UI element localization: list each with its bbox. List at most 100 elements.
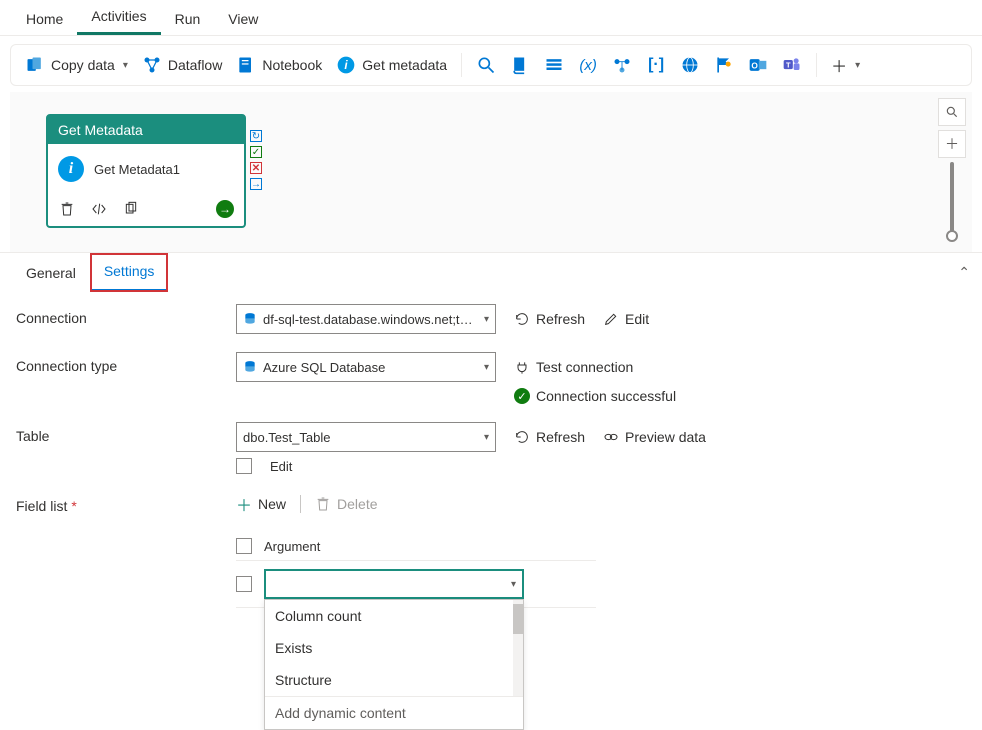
pencil-icon (603, 311, 619, 327)
database-icon (243, 312, 257, 326)
tool-add[interactable]: ＋▾ (831, 53, 860, 77)
select-all-checkbox[interactable] (236, 538, 252, 554)
tool-variable[interactable]: (x) (578, 55, 598, 75)
plus-icon: ＋ (236, 492, 252, 516)
notebook-icon (236, 55, 256, 75)
tool-flag[interactable] (714, 55, 734, 75)
script-icon (510, 55, 530, 75)
zoom-slider-knob[interactable] (946, 230, 958, 242)
argument-column-header: Argument (264, 539, 320, 554)
settings-form: Connection df-sql-test.database.windows.… (0, 292, 982, 638)
chevron-down-icon: ▾ (123, 60, 128, 71)
outlook-icon: O (748, 55, 768, 75)
edit-checkbox-label: Edit (270, 459, 292, 474)
tab-view[interactable]: View (214, 3, 272, 35)
database-icon (243, 360, 257, 374)
search-icon (476, 55, 496, 75)
prop-tab-settings[interactable]: Settings (90, 253, 169, 292)
label-table: Table (16, 422, 236, 444)
new-argument-button[interactable]: ＋ New (236, 492, 286, 516)
node-output-handles: ↻ ✓ ✕ → (250, 130, 262, 190)
activity-toolbar: Copy data ▾ Dataflow Notebook i Get meta… (10, 44, 972, 86)
copy-icon[interactable] (122, 200, 140, 218)
refresh-connection[interactable]: Refresh (514, 311, 585, 327)
handle-fail-icon[interactable]: ✕ (250, 162, 262, 174)
tab-activities[interactable]: Activities (77, 0, 160, 35)
handle-completion-icon[interactable]: → (250, 178, 262, 190)
prop-tab-general[interactable]: General (12, 255, 90, 291)
tool-list[interactable] (544, 55, 564, 75)
handle-success-icon[interactable]: ✓ (250, 146, 262, 158)
tool-dataflow[interactable]: Dataflow (142, 55, 222, 75)
run-icon[interactable]: → (216, 200, 234, 218)
handle-skip-icon[interactable]: ↻ (250, 130, 262, 142)
chevron-down-icon: ▾ (511, 579, 516, 590)
refresh-table[interactable]: Refresh (514, 429, 585, 445)
dropdown-option[interactable]: Column count (265, 600, 523, 632)
tool-pipeline[interactable] (612, 55, 632, 75)
dropdown-option[interactable]: Structure (265, 664, 523, 696)
check-circle-icon: ✓ (514, 388, 530, 404)
argument-row-checkbox[interactable] (236, 576, 252, 592)
argument-dropdown: Column count Exists Structure Add dynami… (264, 599, 524, 730)
code-icon[interactable] (90, 200, 108, 218)
toolbar-separator (461, 53, 462, 77)
canvas-search-icon[interactable] (938, 98, 966, 126)
canvas-zoom-controls: ＋ (938, 98, 966, 242)
collapse-panel-icon[interactable]: ⌃ (958, 264, 970, 281)
edit-table-checkbox[interactable] (236, 458, 252, 474)
tool-copy-data-label: Copy data (51, 57, 115, 73)
info-icon: i (336, 55, 356, 75)
toolbar-separator-2 (816, 53, 817, 77)
separator (300, 495, 301, 513)
globe-icon (680, 55, 700, 75)
label-connection: Connection (16, 304, 236, 326)
tool-script[interactable] (510, 55, 530, 75)
flag-icon (714, 55, 734, 75)
property-tabs: General Settings ⌃ (0, 252, 982, 292)
preview-data[interactable]: Preview data (603, 429, 706, 445)
list-icon (544, 55, 564, 75)
tab-home[interactable]: Home (12, 3, 77, 35)
test-connection[interactable]: Test connection (514, 359, 633, 375)
label-connection-type: Connection type (16, 352, 236, 374)
table-select[interactable]: dbo.Test_Table ▾ (236, 422, 496, 452)
scrollbar[interactable] (513, 600, 523, 696)
pipeline-canvas[interactable]: Get Metadata i Get Metadata1 → ↻ ✓ ✕ → ＋ (10, 92, 972, 252)
tab-run[interactable]: Run (161, 3, 215, 35)
connection-status: ✓ Connection successful (514, 388, 676, 404)
argument-select[interactable]: ▾ (264, 569, 524, 599)
delete-icon[interactable] (58, 200, 76, 218)
tool-bracket[interactable]: [·] (646, 55, 666, 75)
teams-icon: T (782, 55, 802, 75)
tool-teams[interactable]: T (782, 55, 802, 75)
edit-connection[interactable]: Edit (603, 311, 649, 327)
connection-type-select[interactable]: Azure SQL Database ▾ (236, 352, 496, 382)
add-dynamic-content[interactable]: Add dynamic content (265, 696, 523, 729)
argument-row: ▾ Column count Exists Structure Add dyna… (236, 561, 596, 608)
dropdown-option[interactable]: Exists (265, 632, 523, 664)
tool-notebook-label: Notebook (262, 57, 322, 73)
connection-value: df-sql-test.database.windows.net;tes… (263, 312, 478, 327)
activity-node-get-metadata[interactable]: Get Metadata i Get Metadata1 → (46, 114, 246, 228)
zoom-in-icon[interactable]: ＋ (938, 130, 966, 158)
trash-icon (315, 496, 331, 512)
tool-outlook[interactable]: O (748, 55, 768, 75)
bracket-icon: [·] (646, 55, 666, 75)
label-field-list: Field list* (16, 492, 236, 514)
tool-web[interactable] (680, 55, 700, 75)
table-value: dbo.Test_Table (243, 430, 478, 445)
activity-node-title: Get Metadata (48, 116, 244, 144)
dataflow-icon (142, 55, 162, 75)
tool-notebook[interactable]: Notebook (236, 55, 322, 75)
refresh-icon (514, 429, 530, 445)
delete-argument-button[interactable]: Delete (315, 496, 377, 512)
tool-copy-data[interactable]: Copy data ▾ (25, 55, 128, 75)
variable-icon: (x) (578, 55, 598, 75)
zoom-slider[interactable] (950, 162, 954, 232)
tool-search[interactable] (476, 55, 496, 75)
svg-text:T: T (786, 61, 791, 70)
connection-select[interactable]: df-sql-test.database.windows.net;tes… ▾ (236, 304, 496, 334)
tool-dataflow-label: Dataflow (168, 57, 222, 73)
tool-get-metadata[interactable]: i Get metadata (336, 55, 447, 75)
